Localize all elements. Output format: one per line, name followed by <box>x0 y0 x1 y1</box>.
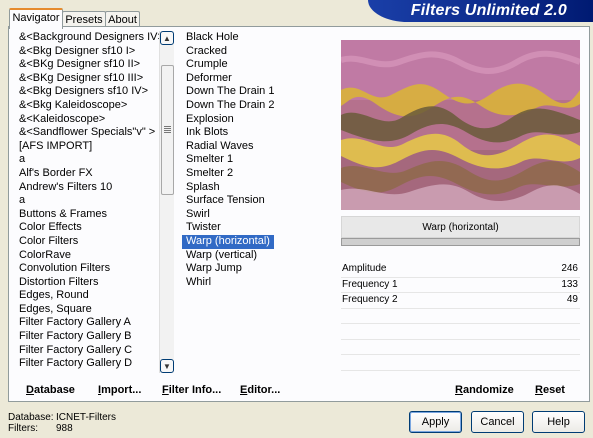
filter-list[interactable]: Black Hole Cracked Crumple Deformer Down The… <box>182 31 332 373</box>
filter-item[interactable]: Twister <box>182 221 332 235</box>
cancel-button[interactable]: Cancel <box>471 411 524 433</box>
category-item[interactable]: &<Bkg Designers sf10 IV> <box>11 85 169 99</box>
category-item[interactable]: Filter Factory Gallery D <box>11 357 169 371</box>
param-empty-row <box>341 340 580 355</box>
category-item[interactable]: Buttons & Frames <box>11 208 169 222</box>
category-item[interactable]: Distortion Filters <box>11 276 169 290</box>
filter-item[interactable]: Warp (horizontal) <box>182 234 274 249</box>
category-item[interactable]: Edges, Square <box>11 303 169 317</box>
param-frequency-2[interactable]: Frequency 2 49 <box>341 293 580 309</box>
param-value: 49 <box>566 294 578 305</box>
filter-parameters: Amplitude 246 Frequency 1 133 Frequency … <box>341 262 580 374</box>
category-item[interactable]: Andrew's Filters 10 <box>11 181 169 195</box>
filter-preview-image <box>341 40 580 210</box>
filter-item[interactable]: Black Hole <box>182 31 332 45</box>
filter-item[interactable]: Down The Drain 1 <box>182 85 332 99</box>
param-label: Amplitude <box>342 263 387 274</box>
category-item[interactable]: &<Bkg Designer sf10 I> <box>11 45 169 59</box>
param-amplitude[interactable]: Amplitude 246 <box>341 262 580 278</box>
category-item[interactable]: Filter Factory Gallery B <box>11 330 169 344</box>
scroll-up-arrow-icon[interactable]: ▲ <box>160 31 174 45</box>
filter-item[interactable]: Whirl <box>182 276 332 290</box>
database-value: ICNET-Filters <box>56 412 116 423</box>
filter-item[interactable]: Warp (vertical) <box>182 249 332 263</box>
banner-title: Filters Unlimited 2.0 <box>410 2 567 19</box>
filter-info-button[interactable]: Filter Info... <box>162 384 221 396</box>
filter-item[interactable]: Surface Tension <box>182 194 332 208</box>
preview-progress-bar <box>341 238 580 246</box>
category-item[interactable]: Edges, Round <box>11 289 169 303</box>
param-label: Frequency 1 <box>342 278 398 290</box>
category-item[interactable]: &<Background Designers IV> <box>11 31 169 45</box>
filters-count-label: Filters: <box>8 423 38 434</box>
scroll-down-arrow-icon[interactable]: ▼ <box>160 359 174 373</box>
category-item[interactable]: Filter Factory Gallery C <box>11 344 169 358</box>
tab-navigator[interactable]: Navigator <box>9 8 63 29</box>
current-filter-name: Warp (horizontal) <box>341 216 580 238</box>
database-label: Database: <box>8 412 54 423</box>
param-empty-row <box>341 324 580 340</box>
category-item[interactable]: Filter Factory Gallery A <box>11 316 169 330</box>
category-item[interactable]: Color Filters <box>11 235 169 249</box>
param-label: Frequency 2 <box>342 294 398 305</box>
filter-item[interactable]: Smelter 1 <box>182 153 332 167</box>
category-item[interactable]: &<Bkg Kaleidoscope> <box>11 99 169 113</box>
apply-button[interactable]: Apply <box>409 411 462 433</box>
filter-item[interactable]: Splash <box>182 181 332 195</box>
randomize-button[interactable]: Randomize <box>455 384 514 396</box>
param-value: 133 <box>561 278 578 290</box>
title-banner: Filters Unlimited 2.0 <box>368 0 593 22</box>
filter-item[interactable]: Smelter 2 <box>182 167 332 181</box>
filter-item[interactable]: Down The Drain 2 <box>182 99 332 113</box>
param-empty-row <box>341 309 580 324</box>
category-item[interactable]: &<Sandflower Specials"v" > <box>11 126 169 140</box>
filter-item[interactable]: Radial Waves <box>182 140 332 154</box>
param-frequency-1[interactable]: Frequency 1 133 <box>341 278 580 293</box>
category-item[interactable]: a <box>11 194 169 208</box>
filters-count-value: 988 <box>56 423 73 434</box>
reset-button[interactable]: Reset <box>535 384 565 396</box>
param-value: 246 <box>561 263 578 274</box>
category-list[interactable]: &<Background Designers IV> &<Bkg Designer… <box>11 31 169 373</box>
filter-item[interactable]: Deformer <box>182 72 332 86</box>
category-item[interactable]: Alf's Border FX <box>11 167 169 181</box>
filter-item[interactable]: Ink Blots <box>182 126 332 140</box>
filter-item[interactable]: Explosion <box>182 113 332 127</box>
filter-item[interactable]: Cracked <box>182 45 332 59</box>
category-item[interactable]: ColorRave <box>11 249 169 263</box>
category-scrollbar[interactable]: ▲ ▼ <box>159 31 174 373</box>
editor-button[interactable]: Editor... <box>240 384 280 396</box>
filter-item[interactable]: Swirl <box>182 208 332 222</box>
category-item[interactable]: Color Effects <box>11 221 169 235</box>
category-item[interactable]: &<Kaleidoscope> <box>11 113 169 127</box>
help-button[interactable]: Help <box>532 411 585 433</box>
import-button[interactable]: Import... <box>98 384 141 396</box>
category-item[interactable]: a <box>11 153 169 167</box>
category-item[interactable]: [AFS IMPORT] <box>11 140 169 154</box>
category-item[interactable]: Convolution Filters <box>11 262 169 276</box>
scrollbar-thumb[interactable] <box>161 65 174 195</box>
category-item[interactable]: &<BKg Designer sf10 III> <box>11 72 169 86</box>
database-button[interactable]: Database <box>26 384 75 396</box>
filter-item[interactable]: Crumple <box>182 58 332 72</box>
filter-item[interactable]: Warp Jump <box>182 262 332 276</box>
param-empty-row <box>341 355 580 371</box>
category-item[interactable]: &<BKg Designer sf10 II> <box>11 58 169 72</box>
